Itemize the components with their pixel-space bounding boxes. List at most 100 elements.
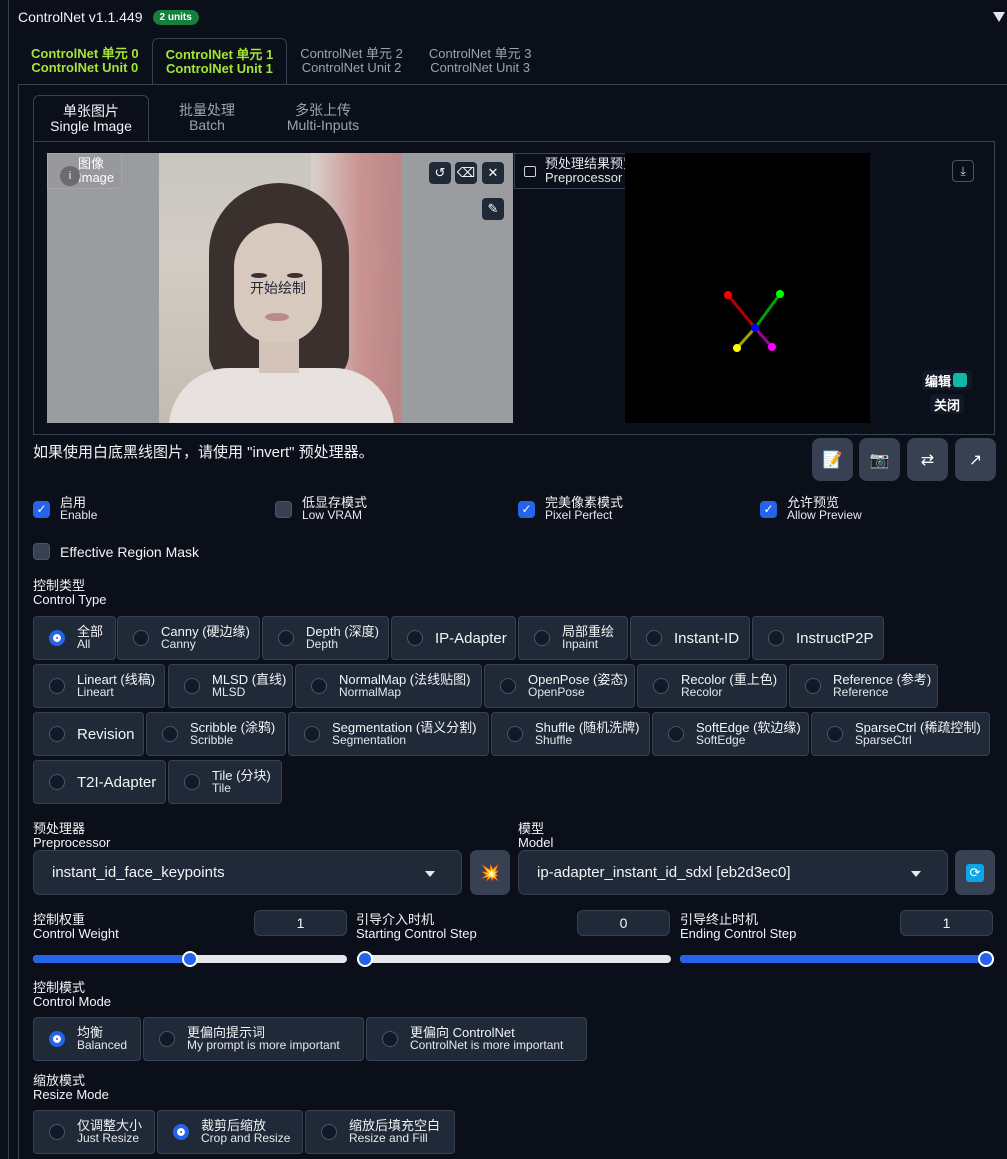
collapse-triangle-icon[interactable]: [993, 12, 1005, 22]
control-type-revision[interactable]: Revision: [33, 712, 144, 756]
tab-multi-inputs[interactable]: 多张上传 Multi-Inputs: [265, 95, 381, 141]
radio-dot[interactable]: [321, 1124, 337, 1140]
tab-unit-0[interactable]: ControlNet 单元 0 ControlNet Unit 0: [18, 38, 152, 84]
control-type-instructp2p[interactable]: InstructP2P: [752, 616, 884, 660]
control-type-canny[interactable]: Canny (硬边缘) Canny: [117, 616, 260, 660]
slider-thumb[interactable]: [978, 951, 994, 967]
control-mode-controlnet[interactable]: 更偏向 ControlNet ControlNet is more importa…: [366, 1017, 587, 1061]
enable-checkbox[interactable]: ✓ 启用 Enable: [33, 496, 97, 522]
control-mode-prompt[interactable]: 更偏向提示词 My prompt is more important: [143, 1017, 364, 1061]
undo-icon[interactable]: ↺: [429, 162, 451, 184]
control-type-openpose[interactable]: OpenPose (姿态) OpenPose: [484, 664, 635, 708]
ending-step-input[interactable]: 1: [900, 910, 993, 936]
low-vram-checkbox[interactable]: 低显存模式 Low VRAM: [275, 496, 367, 522]
radio-dot[interactable]: [646, 630, 662, 646]
radio-dot[interactable]: [311, 678, 327, 694]
checkbox-box[interactable]: [33, 543, 50, 560]
webcam-button[interactable]: 📷: [859, 438, 900, 481]
keypoint-line: [753, 293, 782, 329]
radio-dot[interactable]: [49, 1124, 65, 1140]
checkbox-box[interactable]: [275, 500, 292, 518]
mirror-webcam-button[interactable]: ⇄: [907, 438, 948, 481]
radio-dot[interactable]: [162, 726, 178, 742]
brush-icon[interactable]: ✎: [482, 198, 504, 220]
radio-dot[interactable]: [173, 1124, 189, 1140]
new-canvas-button[interactable]: 📝: [812, 438, 853, 481]
control-type-scribble[interactable]: Scribble (涂鸦) Scribble: [146, 712, 286, 756]
checkbox-box[interactable]: ✓: [518, 500, 535, 518]
radio-dot[interactable]: [805, 678, 821, 694]
control-type-segmentation[interactable]: Segmentation (语义分割) Segmentation: [288, 712, 489, 756]
tab-single-image[interactable]: 单张图片 Single Image: [33, 95, 149, 141]
control-weight-input[interactable]: 1: [254, 910, 347, 936]
radio-dot[interactable]: [668, 726, 684, 742]
checkbox-box[interactable]: ✓: [33, 500, 50, 518]
effective-region-mask-checkbox[interactable]: Effective Region Mask: [33, 543, 199, 560]
radio-dot[interactable]: [49, 1031, 65, 1047]
control-type-sparsectrl[interactable]: SparseCtrl (稀疏控制) SparseCtrl: [811, 712, 990, 756]
radio-dot[interactable]: [184, 774, 200, 790]
control-type-inpaint[interactable]: 局部重绘 Inpaint: [518, 616, 628, 660]
tab-unit-1[interactable]: ControlNet 单元 1 ControlNet Unit 1: [151, 38, 288, 85]
radio-dot[interactable]: [133, 630, 149, 646]
close-preview-button[interactable]: 关闭: [930, 394, 964, 414]
radio-label-en: Crop and Resize: [201, 1131, 291, 1145]
model-dropdown[interactable]: ip-adapter_instant_id_sdxl [eb2d3ec0]: [518, 850, 948, 895]
tab-unit-2[interactable]: ControlNet 单元 2 ControlNet Unit 2: [287, 38, 416, 84]
control-type-ip-adapter[interactable]: IP-Adapter: [391, 616, 516, 660]
radio-dot[interactable]: [507, 726, 523, 742]
control-type-softedge[interactable]: SoftEdge (软边缘) SoftEdge: [652, 712, 809, 756]
radio-dot[interactable]: [653, 678, 669, 694]
close-icon[interactable]: ✕: [482, 162, 504, 184]
checkbox-box[interactable]: ✓: [760, 500, 777, 518]
radio-dot[interactable]: [407, 630, 423, 646]
eraser-icon[interactable]: ⌫: [455, 162, 477, 184]
radio-dot[interactable]: [49, 726, 65, 742]
radio-label-en: Canny: [161, 637, 196, 651]
control-type-depth[interactable]: Depth (深度) Depth: [262, 616, 389, 660]
radio-dot[interactable]: [159, 1031, 175, 1047]
radio-dot[interactable]: [49, 774, 65, 790]
control-type-reference[interactable]: Reference (参考) Reference: [789, 664, 938, 708]
control-type-t2i-adapter[interactable]: T2I-Adapter: [33, 760, 166, 804]
resize-mode-resize-and-fill[interactable]: 缩放后填充空白 Resize and Fill: [305, 1110, 455, 1154]
pixel-perfect-checkbox[interactable]: ✓ 完美像素模式 Pixel Perfect: [518, 496, 623, 522]
radio-dot[interactable]: [827, 726, 843, 742]
accordion-header[interactable]: ControlNet v1.1.449 2 units: [18, 9, 199, 25]
download-icon[interactable]: ⤓: [952, 160, 974, 182]
ending-step-slider[interactable]: [680, 951, 994, 967]
starting-step-input[interactable]: 0: [577, 910, 670, 936]
control-type-lineart[interactable]: Lineart (线稿) Lineart: [33, 664, 165, 708]
preprocessor-dropdown[interactable]: instant_id_face_keypoints: [33, 850, 462, 895]
radio-dot[interactable]: [278, 630, 294, 646]
run-preprocessor-button[interactable]: 💥: [470, 850, 510, 895]
radio-dot[interactable]: [500, 678, 516, 694]
allow-preview-checkbox[interactable]: ✓ 允许预览 Allow Preview: [760, 496, 862, 522]
slider-thumb[interactable]: [357, 951, 373, 967]
resize-mode-just-resize[interactable]: 仅调整大小 Just Resize: [33, 1110, 155, 1154]
refresh-models-button[interactable]: ⟳: [955, 850, 995, 895]
control-type-mlsd[interactable]: MLSD (直线) MLSD: [168, 664, 293, 708]
tab-unit-3[interactable]: ControlNet 单元 3 ControlNet Unit 3: [416, 38, 545, 84]
slider-thumb[interactable]: [182, 951, 198, 967]
control-weight-slider[interactable]: [33, 951, 347, 967]
tab-batch[interactable]: 批量处理 Batch: [149, 95, 265, 141]
control-type-recolor[interactable]: Recolor (重上色) Recolor: [637, 664, 787, 708]
radio-dot[interactable]: [304, 726, 320, 742]
radio-dot[interactable]: [534, 630, 550, 646]
radio-dot[interactable]: [49, 678, 65, 694]
edit-button[interactable]: 编辑: [922, 370, 972, 390]
radio-dot[interactable]: [184, 678, 200, 694]
control-type-tile[interactable]: Tile (分块) Tile: [168, 760, 282, 804]
control-type-all[interactable]: 全部 All: [33, 616, 116, 660]
control-type-normalmap[interactable]: NormalMap (法线贴图) NormalMap: [295, 664, 482, 708]
control-mode-balanced[interactable]: 均衡 Balanced: [33, 1017, 141, 1061]
control-type-instant-id[interactable]: Instant-ID: [630, 616, 750, 660]
resize-mode-crop-and-resize[interactable]: 裁剪后缩放 Crop and Resize: [157, 1110, 303, 1154]
starting-step-slider[interactable]: [357, 951, 671, 967]
control-type-shuffle[interactable]: Shuffle (随机洗牌) Shuffle: [491, 712, 650, 756]
radio-dot[interactable]: [768, 630, 784, 646]
radio-dot[interactable]: [382, 1031, 398, 1047]
send-dimensions-button[interactable]: ↗: [955, 438, 996, 481]
radio-dot[interactable]: [49, 630, 65, 646]
